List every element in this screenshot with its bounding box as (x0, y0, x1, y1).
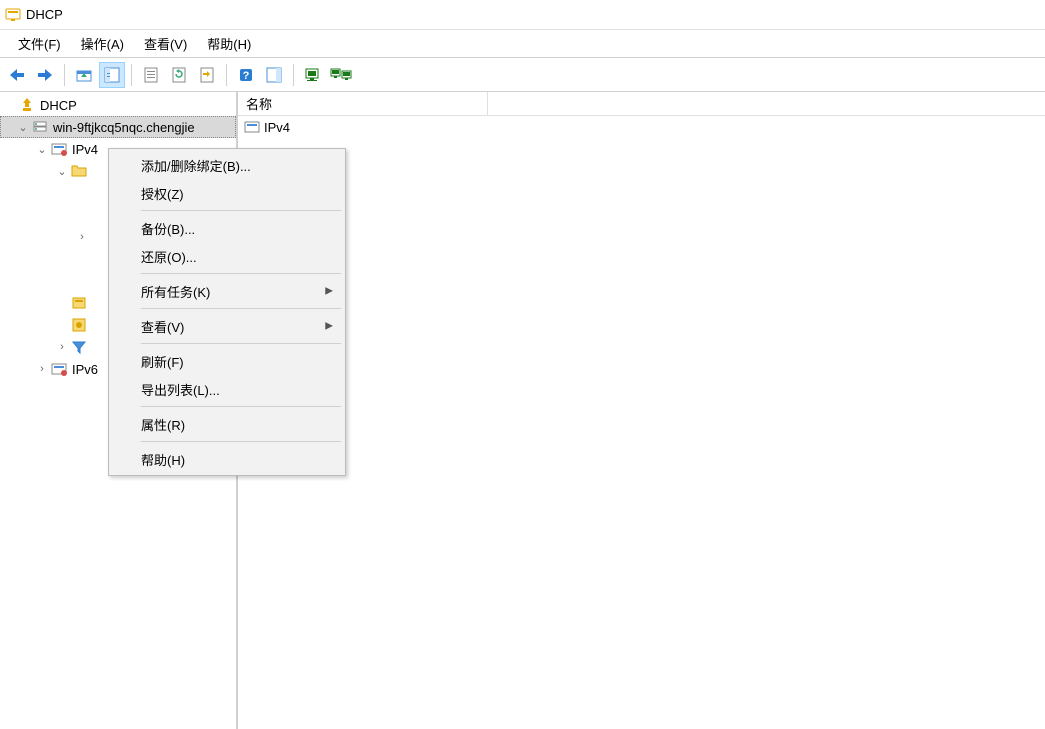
cm-add-remove-binding[interactable]: 添加/删除绑定(B)... (111, 151, 343, 179)
forward-button[interactable] (32, 62, 58, 88)
export-button[interactable] (194, 62, 220, 88)
toolbar: ? (0, 58, 1045, 92)
tree-root-dhcp[interactable]: DHCP (0, 94, 236, 116)
svg-text:?: ? (243, 70, 250, 82)
ipv4-icon (244, 119, 260, 135)
chevron-right-icon[interactable]: › (34, 363, 50, 375)
cm-separator (141, 441, 341, 442)
cm-separator (141, 308, 341, 309)
help-button[interactable]: ? (233, 62, 259, 88)
chevron-down-icon[interactable]: ⌄ (15, 121, 31, 134)
cm-export-list[interactable]: 导出列表(L)... (111, 375, 343, 403)
leaf-icon (90, 250, 108, 268)
tree-server-node[interactable]: ⌄ win-9ftjkcq5nqc.chengjie (0, 116, 236, 138)
filter-icon (70, 338, 88, 356)
list-panel: 名称 IPv4 (237, 92, 1045, 729)
menu-help[interactable]: 帮助(H) (197, 30, 261, 57)
chevron-down-icon[interactable]: ⌄ (54, 165, 70, 178)
app-icon (4, 6, 22, 24)
list-header: 名称 (238, 92, 1045, 116)
context-menu: 添加/删除绑定(B)... 授权(Z) 备份(B)... 还原(O)... 所有… (108, 148, 346, 476)
policies-icon (70, 316, 88, 334)
cm-properties[interactable]: 属性(R) (111, 410, 343, 438)
menu-view[interactable]: 查看(V) (134, 30, 197, 57)
ipv6-icon (50, 360, 68, 378)
menu-file[interactable]: 文件(F) (8, 30, 71, 57)
dhcp-icon (18, 96, 36, 114)
cm-separator (141, 343, 341, 344)
cm-label: 备份(B)... (141, 219, 195, 238)
leaf-icon (90, 228, 108, 246)
back-button[interactable] (4, 62, 30, 88)
menubar: 文件(F) 操作(A) 查看(V) 帮助(H) (0, 30, 1045, 58)
cm-label: 查看(V) (141, 317, 184, 336)
cm-label: 刷新(F) (141, 352, 184, 371)
cm-refresh[interactable]: 刷新(F) (111, 347, 343, 375)
toolbar-separator (131, 64, 132, 86)
leaf-icon (90, 206, 108, 224)
cm-authorize[interactable]: 授权(Z) (111, 179, 343, 207)
chevron-right-icon[interactable]: › (74, 231, 90, 243)
tree-label: win-9ftjkcq5nqc.chengjie (51, 119, 197, 136)
cm-view[interactable]: 查看(V) ▶ (111, 312, 343, 340)
cm-label: 还原(O)... (141, 247, 197, 266)
dhcp-tool1-button[interactable] (300, 62, 326, 88)
chevron-right-icon: ▶ (325, 321, 333, 332)
up-button[interactable] (71, 62, 97, 88)
cm-separator (141, 406, 341, 407)
leaf-icon (90, 272, 108, 290)
cm-restore[interactable]: 还原(O)... (111, 242, 343, 270)
folder-icon (70, 162, 88, 180)
chevron-right-icon[interactable]: › (54, 341, 70, 353)
cm-label: 添加/删除绑定(B)... (141, 156, 251, 175)
options-icon (70, 294, 88, 312)
cm-label: 导出列表(L)... (141, 380, 220, 399)
list-cell-name: IPv4 (264, 120, 290, 135)
cm-separator (141, 273, 341, 274)
dhcp-tool2-button[interactable] (328, 62, 354, 88)
list-row[interactable]: IPv4 (238, 116, 1045, 138)
cm-help[interactable]: 帮助(H) (111, 445, 343, 473)
refresh-button[interactable] (166, 62, 192, 88)
toolbar-separator (64, 64, 65, 86)
cm-label: 帮助(H) (141, 450, 185, 469)
cm-separator (141, 210, 341, 211)
action-pane-button[interactable] (261, 62, 287, 88)
toolbar-separator (226, 64, 227, 86)
cm-backup[interactable]: 备份(B)... (111, 214, 343, 242)
menu-action[interactable]: 操作(A) (71, 30, 134, 57)
cm-all-tasks[interactable]: 所有任务(K) ▶ (111, 277, 343, 305)
show-hide-tree-button[interactable] (99, 62, 125, 88)
tree-label: DHCP (38, 97, 79, 114)
toolbar-separator (293, 64, 294, 86)
titlebar: DHCP (0, 0, 1045, 30)
chevron-down-icon[interactable]: ⌄ (34, 143, 50, 156)
window-title: DHCP (26, 7, 63, 22)
ipv4-icon (50, 140, 68, 158)
column-header-label: 名称 (246, 94, 272, 113)
cm-label: 属性(R) (141, 415, 185, 434)
tree-label: IPv4 (70, 141, 100, 158)
chevron-right-icon: ▶ (325, 286, 333, 297)
cm-label: 授权(Z) (141, 184, 184, 203)
cm-label: 所有任务(K) (141, 282, 210, 301)
properties-button[interactable] (138, 62, 164, 88)
leaf-icon (90, 184, 108, 202)
server-icon (31, 118, 49, 136)
tree-label: IPv6 (70, 361, 100, 378)
column-name[interactable]: 名称 (238, 92, 488, 115)
